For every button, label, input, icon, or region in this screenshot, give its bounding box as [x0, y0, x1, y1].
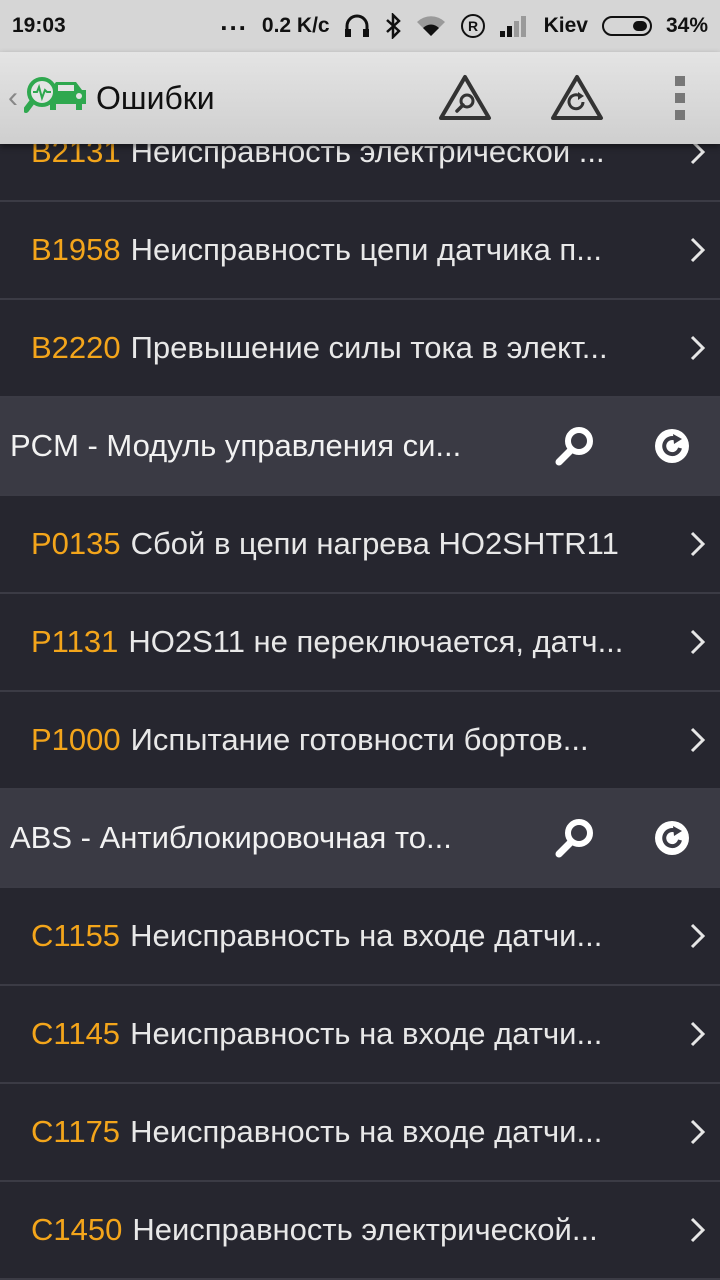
error-description: HO2S11 не переключается, датч... [128, 624, 624, 659]
error-description: Испытание готовности бортов... [130, 722, 589, 757]
group-refresh-button[interactable] [642, 416, 702, 476]
status-speed: 0.2 K/c [261, 14, 330, 37]
car-diagnostics-logo[interactable] [24, 70, 90, 126]
group-header-pcm: PCM - Модуль управления си... [0, 398, 720, 496]
chevron-right-icon [690, 335, 706, 361]
battery-percent: 34% [665, 14, 708, 37]
carrier-name: Kiev [543, 14, 588, 37]
warning-search-button[interactable] [430, 63, 500, 133]
chevron-right-icon [690, 1021, 706, 1047]
headphones-icon [344, 14, 370, 38]
signal-icon [499, 15, 530, 37]
refresh-icon [655, 429, 689, 463]
page-title: Ошибки [96, 79, 215, 116]
back-chevron-icon[interactable]: ‹ [8, 81, 24, 115]
error-code: C1155 [31, 918, 121, 953]
error-row-c1175[interactable]: C1175 Неисправность на входе датчи... [0, 1084, 720, 1182]
group-search-button[interactable] [546, 808, 606, 868]
chevron-right-icon [690, 237, 706, 263]
group-header-abs: ABS - Антиблокировочная то... [0, 790, 720, 888]
error-code: B2220 [31, 330, 121, 365]
app-bar: ‹ Ошибки [0, 52, 720, 144]
search-icon [555, 819, 593, 858]
error-row-c1145[interactable]: C1145 Неисправность на входе датчи... [0, 986, 720, 1084]
chevron-right-icon [690, 531, 706, 557]
error-row-p1131[interactable]: P1131 HO2S11 не переключается, датч... [0, 594, 720, 692]
error-code: C1145 [31, 1016, 121, 1051]
error-code: C1450 [31, 1212, 123, 1247]
status-dots: ... [220, 5, 248, 36]
error-row-c1155[interactable]: C1155 Неисправность на входе датчи... [0, 888, 720, 986]
error-code: P0135 [31, 526, 121, 561]
group-title: ABS - Антиблокировочная то... [10, 820, 452, 855]
chevron-right-icon [690, 727, 706, 753]
wifi-icon [416, 14, 446, 38]
error-description: Неисправность на входе датчи... [130, 1016, 603, 1051]
error-row-c1450[interactable]: C1450 Неисправность электрической... [0, 1182, 720, 1280]
error-row-p1000[interactable]: P1000 Испытание готовности бортов... [0, 692, 720, 790]
group-refresh-button[interactable] [642, 808, 702, 868]
refresh-icon [655, 821, 689, 855]
registered-icon: R [460, 13, 486, 39]
chevron-right-icon [690, 923, 706, 949]
error-description: Сбой в цепи нагрева HO2SHTR11 [130, 526, 619, 561]
group-title: PCM - Модуль управления си... [10, 428, 462, 463]
battery-icon [601, 16, 652, 36]
chevron-right-icon [690, 629, 706, 655]
warning-refresh-button[interactable] [542, 63, 612, 133]
error-code: P1000 [31, 722, 121, 757]
overflow-menu-button[interactable] [660, 63, 700, 133]
error-row-b1958[interactable]: B1958 Неисправность цепи датчика п... [0, 202, 720, 300]
svg-text:R: R [468, 18, 478, 34]
error-code: C1175 [31, 1114, 121, 1149]
group-search-button[interactable] [546, 416, 606, 476]
overflow-menu-icon [675, 76, 685, 120]
error-row-p0135[interactable]: P0135 Сбой в цепи нагрева HO2SHTR11 [0, 496, 720, 594]
error-code: B1958 [31, 232, 121, 267]
chevron-right-icon [690, 1217, 706, 1243]
status-time: 19:03 [12, 14, 66, 37]
warning-refresh-icon [551, 75, 603, 120]
error-description: Неисправность на входе датчи... [130, 1114, 603, 1149]
error-description: Неисправность цепи датчика п... [130, 232, 603, 267]
error-description: Неисправность электрической... [132, 1212, 598, 1247]
error-description: Превышение силы тока в элект... [130, 330, 608, 365]
chevron-right-icon [690, 1119, 706, 1145]
status-bar: 19:03 ... 0.2 K/c R Kiev 34% [0, 0, 720, 52]
error-code: P1131 [31, 624, 119, 659]
error-description: Неисправность на входе датчи... [130, 918, 603, 953]
warning-search-icon [439, 75, 491, 120]
error-row-b2220[interactable]: B2220 Превышение силы тока в элект... [0, 300, 720, 398]
search-icon [555, 427, 593, 466]
bluetooth-icon [384, 13, 402, 39]
error-list: B2131 Неисправность электрической ... B1… [0, 104, 720, 1280]
